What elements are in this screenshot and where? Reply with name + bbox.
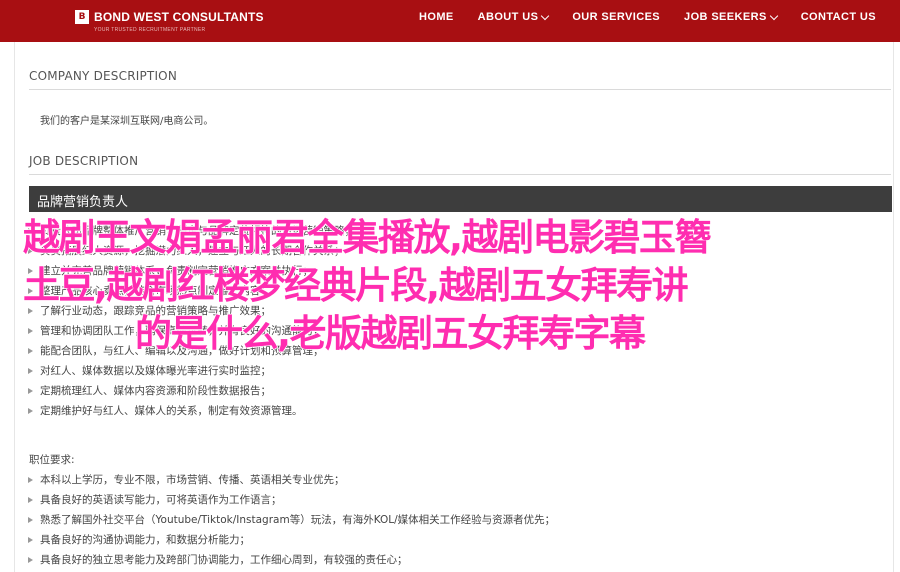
list-item: 本科以上学历，专业不限，市场营销、传播、英语相关专业优先； (28, 470, 555, 490)
bullet-arrow-icon (28, 408, 33, 414)
list-item: 对红人、媒体数据以及媒体曝光率进行实时监控； (28, 361, 355, 381)
bullet-arrow-icon (28, 308, 33, 314)
chevron-down-icon (769, 11, 778, 20)
job-title-bar: 品牌营销负责人 (29, 186, 892, 212)
list-item: 具备良好的沟通协调能力，和数据分析能力； (28, 530, 555, 550)
list-item: 具备良好的英语读写能力，可将英语作为工作语言； (28, 490, 555, 510)
job-title: 品牌营销负责人 (37, 195, 129, 210)
chevron-down-icon (541, 11, 550, 20)
bullet-arrow-icon (28, 388, 33, 394)
list-item: 熟悉了解国外社交平台（Youtube/Tiktok/Instagram等）玩法，… (28, 510, 555, 530)
bullet-arrow-icon (28, 248, 33, 254)
site-logo[interactable]: B BOND WEST CONSULTANTS (75, 10, 264, 24)
duties-list: 负责公司品牌整体推广营销，制定与品牌定位相符的市场营销策略； 负责拓展红人资源，… (28, 221, 355, 421)
bullet-arrow-icon (28, 477, 33, 483)
company-description-heading: COMPANY DESCRIPTION (29, 69, 177, 83)
list-item: 负责拓展红人资源，挖掘潜力红人，建立与红人的长期合作关系； (28, 241, 355, 261)
bullet-arrow-icon (28, 228, 33, 234)
job-description-heading: JOB DESCRIPTION (29, 154, 139, 168)
menu-item-label: OUR SERVICES (572, 11, 661, 23)
bullet-arrow-icon (28, 517, 33, 523)
menu-item-label: HOME (419, 11, 454, 23)
bullet-arrow-icon (28, 268, 33, 274)
main-menu: HOME ABOUT US OUR SERVICES JOB SEEKERS C… (407, 0, 888, 34)
list-item: 能配合团队，与红人、编辑以及沟通，做好计划和预算管理； (28, 341, 355, 361)
left-divider (14, 42, 15, 572)
menu-item-our-services[interactable]: OUR SERVICES (560, 11, 672, 23)
bullet-arrow-icon (28, 557, 33, 563)
menu-item-contact-us[interactable]: CONTACT US (789, 11, 888, 23)
requirements-heading: 职位要求: (29, 454, 75, 466)
menu-item-label: ABOUT US (477, 11, 539, 23)
top-navigation-bar: B BOND WEST CONSULTANTS YOUR TRUSTED REC… (0, 0, 900, 42)
section-divider (29, 174, 891, 175)
list-item: 了解行业动态，跟踪竞品的营销策略与推广效果； (28, 301, 355, 321)
bullet-arrow-icon (28, 328, 33, 334)
main-content: COMPANY DESCRIPTION 我们的客户是某深圳互联网/电商公司。 J… (0, 42, 900, 572)
logo-tagline: YOUR TRUSTED RECRUITMENT PARTNER (94, 27, 206, 33)
bullet-arrow-icon (28, 348, 33, 354)
section-divider (29, 89, 891, 90)
list-item: 整理产品核心卖点，结合市场热点制定推广内容； (28, 281, 355, 301)
menu-item-label: JOB SEEKERS (684, 11, 767, 23)
list-item: 具备良好的独立思考能力及跨部门协调能力，工作细心周到，有较强的责任心； (28, 550, 555, 570)
bullet-arrow-icon (28, 288, 33, 294)
menu-item-label: CONTACT US (800, 11, 876, 23)
list-item: 定期梳理红人、媒体内容资源和阶段性数据报告； (28, 381, 355, 401)
menu-item-job-seekers[interactable]: JOB SEEKERS (672, 11, 789, 23)
list-item: 负责公司品牌整体推广营销，制定与品牌定位相符的市场营销策略； (28, 221, 355, 241)
logo-mark-icon: B (75, 10, 89, 24)
bullet-arrow-icon (28, 368, 33, 374)
company-description-text: 我们的客户是某深圳互联网/电商公司。 (40, 116, 214, 127)
menu-item-home[interactable]: HOME (407, 11, 466, 23)
right-divider (893, 42, 894, 572)
list-item: 管理和协调团队工作，确保高效运转，并有良好的沟通能力； (28, 321, 355, 341)
menu-item-about-us[interactable]: ABOUT US (466, 11, 561, 23)
list-item: 定期维护好与红人、媒体人的关系，制定有效资源管理。 (28, 401, 355, 421)
bullet-arrow-icon (28, 537, 33, 543)
requirements-list: 本科以上学历，专业不限，市场营销、传播、英语相关专业优先； 具备良好的英语读写能… (28, 470, 555, 570)
bullet-arrow-icon (28, 497, 33, 503)
logo-text: BOND WEST CONSULTANTS (94, 10, 264, 24)
list-item: 建立并完善品牌营销体系，负责制定营销推广方案并执行； (28, 261, 355, 281)
